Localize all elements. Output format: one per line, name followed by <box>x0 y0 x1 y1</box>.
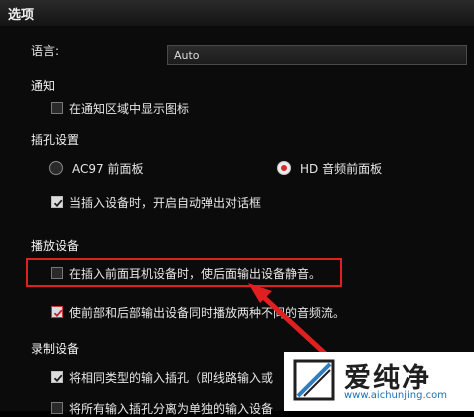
watermark-logo: 爱纯净 www.aichunjing.com <box>284 352 474 411</box>
annotation-arrow-icon <box>248 283 348 375</box>
brand-logo-icon <box>293 359 335 401</box>
watermark-url: www.aichunjing.com <box>344 390 447 401</box>
